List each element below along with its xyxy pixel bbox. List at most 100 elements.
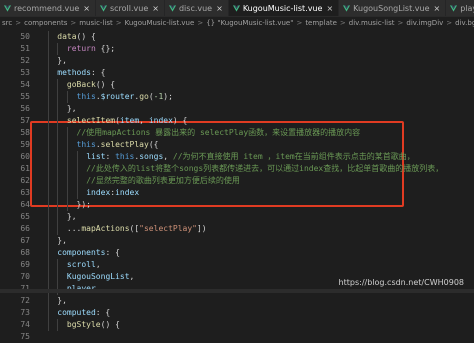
code-line[interactable]: 63 index:index [0, 187, 474, 199]
code-token: index [86, 188, 111, 197]
code-line[interactable]: 55 this.$router.go(-1); [0, 91, 474, 103]
code-line[interactable]: 68 components: { [0, 247, 474, 259]
code-line[interactable]: 72}, [0, 295, 474, 307]
indent-guide [47, 271, 49, 283]
close-icon[interactable]: × [216, 4, 223, 13]
code-token: ... [66, 224, 82, 233]
breadcrumb-item[interactable]: components [24, 19, 67, 27]
indent-guide [47, 115, 49, 127]
code-editor[interactable]: 50 data() {51 return {}; 52}, 53 methods: {54… [0, 31, 474, 341]
code-line[interactable]: 50 data() { [0, 31, 474, 43]
indent-guide [47, 103, 49, 115]
indent-guide [47, 319, 49, 331]
indent-guide [66, 175, 68, 187]
close-icon[interactable]: × [83, 4, 90, 13]
indent-guide [47, 151, 49, 163]
indent-guide [47, 91, 49, 103]
indent-guide [57, 199, 59, 211]
code-line[interactable]: 60 list: this.songs, //为何不直接使用 item ，item… [0, 151, 474, 163]
code-line[interactable]: 54 goBack() { [0, 79, 474, 91]
code-text: }, [67, 103, 77, 115]
tab-scroll-vue[interactable]: scroll.vue × [95, 0, 165, 16]
code-token: index [115, 188, 140, 197]
vue-file-icon [168, 4, 176, 12]
breadcrumb-item[interactable]: KugouMusic-list.vue [125, 19, 195, 27]
code-token: , [129, 272, 135, 281]
breadcrumb-separator: > [197, 19, 204, 27]
code-line[interactable]: 65}, [0, 211, 474, 223]
code-line[interactable]: 53 methods: { [0, 67, 474, 79]
line-number: 57 [20, 116, 30, 125]
breadcrumb-item[interactable]: div.music-list [349, 19, 395, 27]
close-icon[interactable]: × [434, 4, 441, 13]
code-line[interactable]: 62 //显然完整的歌曲列表更加方便后续的使用 [0, 175, 474, 187]
code-line[interactable]: 61 //此处传入的list将整个songs列表都传递进去，可以通过index查找… [0, 163, 474, 175]
indent-guide [47, 187, 49, 199]
code-line[interactable]: 73 computed: { [0, 307, 474, 319]
code-token: selectPlay [100, 140, 149, 149]
indent-guide [57, 271, 59, 283]
breadcrumb-item[interactable]: template [305, 19, 337, 27]
indent-guide [47, 139, 49, 151]
code-line[interactable]: 75 [0, 331, 474, 343]
close-icon[interactable]: × [152, 4, 159, 13]
code-token: go [139, 92, 149, 101]
breadcrumb-item[interactable]: div.imgDiv [406, 19, 443, 27]
code-text: this.$router.go(-1); [77, 91, 173, 103]
breadcrumb-separator: > [70, 19, 77, 27]
indent-guide [66, 187, 68, 199]
code-text: }, [57, 55, 67, 67]
indent-guide [57, 319, 59, 331]
close-icon[interactable]: × [326, 4, 333, 13]
indent-guide [57, 43, 59, 55]
indent-guide [47, 79, 49, 91]
code-line[interactable]: 56}, [0, 103, 474, 115]
indent-guide [66, 199, 68, 211]
indent-guide [66, 163, 68, 175]
code-token: () { [95, 80, 116, 89]
indent-guide [47, 31, 49, 43]
code-token: goBack [66, 80, 96, 89]
code-token: methods [57, 68, 91, 77]
line-number: 55 [20, 92, 30, 101]
breadcrumb-item[interactable]: src [2, 19, 12, 27]
code-line[interactable]: 66 ...mapActions(["selectPlay"]) [0, 223, 474, 235]
code-line[interactable]: 57 selectItem(item, index) { [0, 115, 474, 127]
tab-kugousonglist-vue[interactable]: KugouSongList.vue × [339, 0, 447, 16]
code-text: }, [57, 295, 67, 307]
line-number: 50 [20, 32, 30, 41]
code-line[interactable]: 64}); [0, 199, 474, 211]
tab-kugoumusic-list-vue[interactable]: KugouMusic-list.vue × [228, 0, 340, 16]
tab-recommend-vue[interactable]: recommend.vue × [0, 0, 96, 16]
code-text: KugouSongList, [67, 271, 134, 283]
code-token: ); [163, 92, 173, 101]
code-token: , [95, 260, 101, 269]
code-token: scroll [66, 260, 96, 269]
indent-guide [76, 163, 78, 175]
vue-file-icon [450, 4, 458, 12]
code-line[interactable]: 52}, [0, 55, 474, 67]
code-line[interactable]: 58 //使用mapActions 暴露出来的 selectPlay函数，来设置播… [0, 127, 474, 139]
code-token: this [76, 140, 96, 149]
code-line[interactable]: 51 return {}; [0, 43, 474, 55]
indent-guide [47, 307, 49, 319]
code-line[interactable]: 59 this.selectPlay({ [0, 139, 474, 151]
code-text: //此处传入的list将整个songs列表都传递进去，可以通过index查找，比… [86, 163, 443, 175]
vue-file-icon [232, 4, 240, 12]
code-token: bgStyle [66, 320, 101, 329]
code-token: mapActions [81, 224, 130, 233]
breadcrumb-item[interactable]: {} "KugouMusic-list.vue" [206, 19, 293, 27]
tab-player-vue[interactable]: player.vue× [446, 0, 474, 16]
code-text: selectItem(item, index) { [67, 115, 187, 127]
tab-disc-vue[interactable]: disc.vue × [164, 0, 229, 16]
breadcrumb-item[interactable]: div.bgImg [455, 19, 474, 27]
code-token: , [163, 152, 173, 161]
code-line[interactable]: 69 scroll, [0, 259, 474, 271]
breadcrumb-item[interactable]: music-list [79, 19, 113, 27]
breadcrumb-separator: > [339, 19, 346, 27]
breadcrumb: src > components > music-list > KugouMusic-lis… [0, 17, 474, 29]
code-line[interactable]: 67}, [0, 235, 474, 247]
line-number: 72 [20, 296, 30, 305]
code-line[interactable]: 74 bgStyle() { [0, 319, 474, 331]
vue-file-icon [4, 4, 11, 12]
